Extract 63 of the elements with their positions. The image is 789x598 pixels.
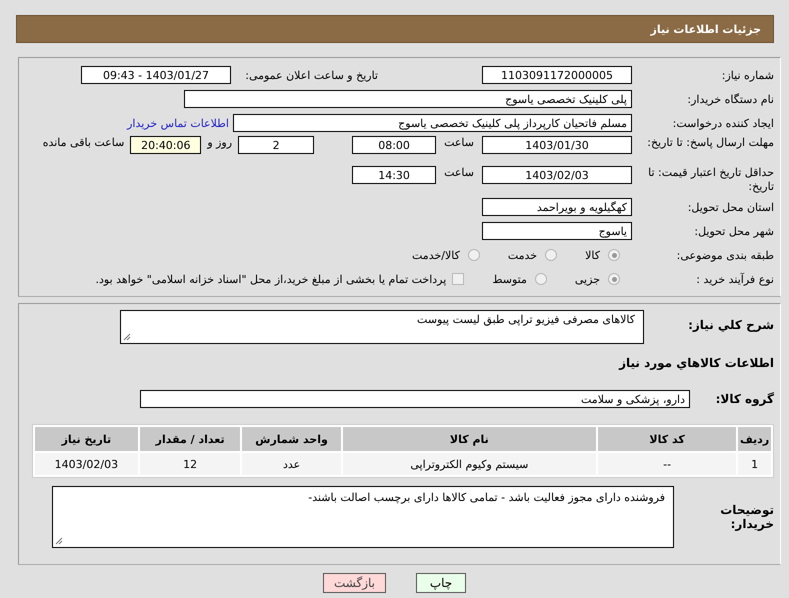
table-cell: 1: [738, 453, 771, 475]
column-header: نام کالا: [342, 427, 596, 451]
field-label: حداقل تاریخ اعتبار قیمت: تا تاریخ:: [647, 166, 774, 194]
checkbox[interactable]: [452, 273, 464, 285]
field-label: مهلت ارسال پاسخ: تا تاریخ:: [646, 136, 774, 150]
checkbox-label: پرداخت تمام یا بخشی از مبلغ خرید،از محل "اسناد خزانه اسلامی" خواهد بود.: [96, 272, 446, 286]
province-field: کهگیلویه و بویراحمد: [482, 198, 632, 216]
resize-grip-icon[interactable]: [123, 333, 131, 341]
radio-label: خدمت: [508, 248, 538, 262]
field-label: ساعت: [444, 136, 474, 149]
field-label: نام دستگاه خریدار:: [686, 92, 774, 106]
column-header: تاریخ نیاز: [35, 427, 138, 451]
radio-button[interactable]: [608, 249, 620, 261]
radio-button[interactable]: [468, 249, 480, 261]
validity-date-field: 1403/02/03: [482, 166, 632, 184]
days-field: 2: [238, 136, 314, 154]
radio-label: کالا/خدمت: [412, 248, 460, 262]
table-cell: --: [598, 453, 736, 475]
remaining-time-field: 20:40:06: [130, 136, 202, 154]
print-button[interactable]: چاپ: [416, 573, 466, 593]
column-header: واحد شمارش: [242, 427, 341, 451]
field-label: روز و: [207, 136, 232, 149]
announce-date-field: 1403/01/27 - 09:43: [81, 66, 231, 84]
field-label: ایجاد کننده درخواست:: [672, 116, 774, 130]
buyer-field: پلی کلینیک تخصصی یاسوج: [184, 90, 632, 108]
notes-field: فروشنده دارای مجوز فعالیت باشد - تمامی کالاها دارای برچسب اصالت باشند-: [52, 486, 674, 548]
need-number-field: 1103091172000005: [482, 66, 632, 84]
field-label: شماره نیاز:: [720, 68, 774, 82]
radio-button[interactable]: [545, 249, 558, 261]
column-header: کد کالا: [598, 427, 736, 451]
field-label: گروه کالا:: [714, 392, 774, 406]
validity-time-field: 14:30: [352, 166, 436, 184]
radio-label: جزیی: [574, 272, 600, 286]
section-title: اطلاعات کالاهاي مورد نياز: [619, 356, 774, 370]
field-label: شرح کلي نياز:: [687, 317, 774, 332]
table-cell: 12: [140, 453, 240, 475]
deadline-time-field: 08:00: [352, 136, 436, 154]
radio-label: متوسط: [492, 272, 527, 286]
table-cell: سیستم وکیوم الکتروتراپی: [342, 453, 596, 475]
field-label: تاریخ و ساعت اعلان عمومی:: [245, 68, 378, 82]
description-field: کالاهای مصرفی فیزیو تراپی طبق لیست پیوست: [120, 310, 644, 344]
radio-button[interactable]: [608, 273, 620, 285]
column-header: ردیف: [738, 427, 771, 451]
field-label: طبقه بندی موضوعی:: [676, 248, 774, 262]
radio-label: کالا: [585, 248, 600, 262]
field-label: ساعت باقی مانده: [42, 136, 124, 149]
table-cell: عدد: [242, 453, 341, 475]
field-label: شهر محل تحویل:: [693, 224, 774, 238]
radio-button[interactable]: [534, 273, 547, 285]
resize-grip-icon[interactable]: [55, 537, 63, 545]
contact-link[interactable]: اطلاعات تماس خریدار: [127, 116, 229, 130]
page-title: جزئیات اطلاعات نیاز: [16, 15, 774, 43]
back-button[interactable]: بازگشت: [323, 573, 386, 593]
table-cell: 1403/02/03: [35, 453, 138, 475]
field-label: نوع فرآیند خرید :: [695, 272, 774, 286]
field-label: استان محل تحویل:: [686, 200, 774, 214]
deadline-date-field: 1403/01/30: [482, 136, 632, 154]
field-label: توضیحات خریدار:: [719, 503, 774, 531]
field-label: ساعت: [444, 166, 474, 179]
requester-field: مسلم فاتحیان کارپرداز پلی کلینیک تخصصی یاسوج: [233, 114, 632, 132]
goods-group-field: دارو، پزشکی و سلامت: [140, 390, 690, 408]
city-field: یاسوج: [482, 222, 632, 240]
column-header: تعداد / مقدار: [140, 427, 240, 451]
